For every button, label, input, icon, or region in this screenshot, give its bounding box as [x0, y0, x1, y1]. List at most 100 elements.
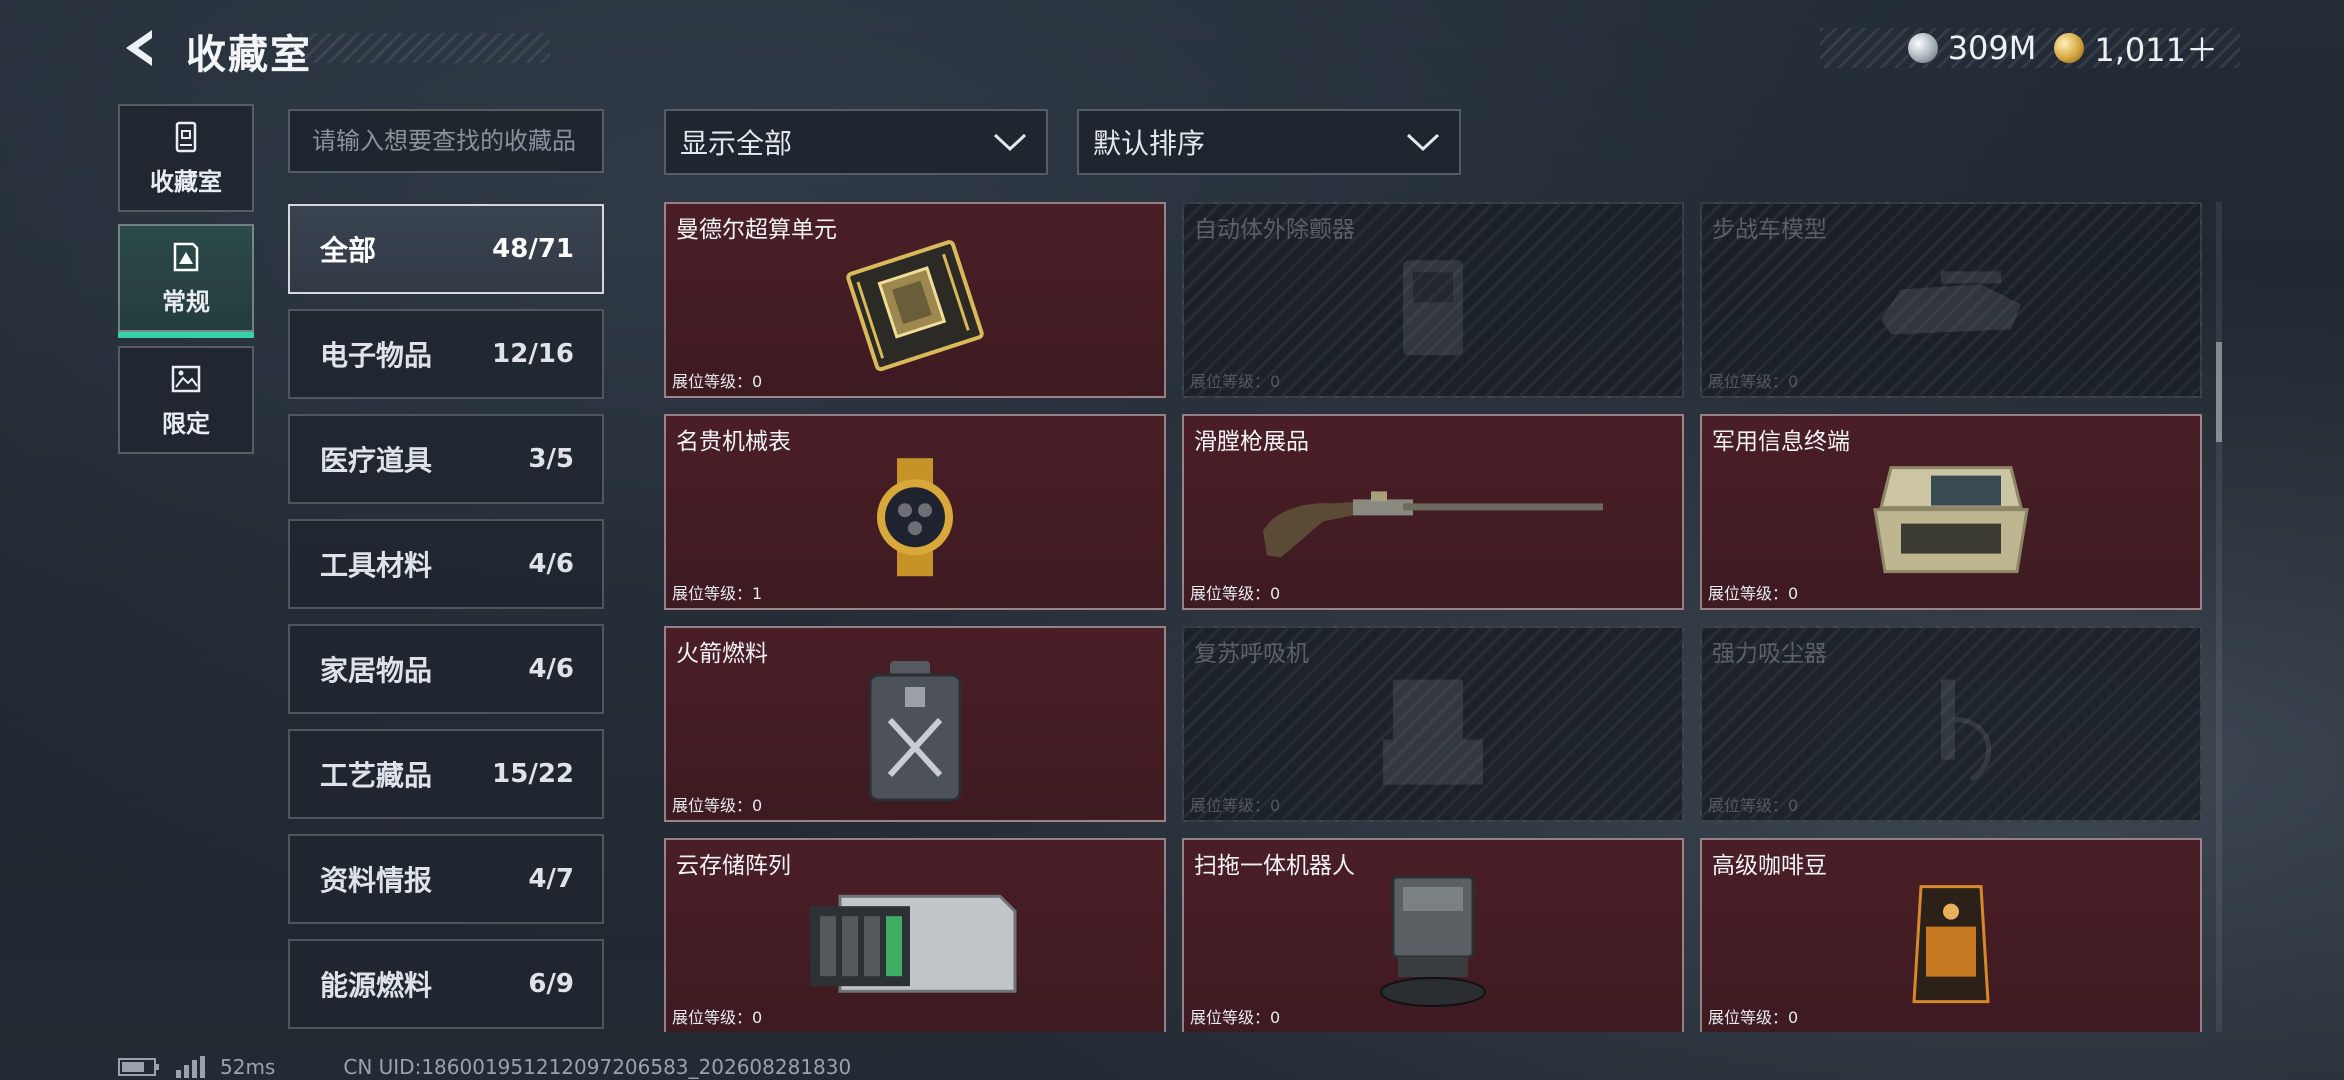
latency-text: 52ms — [220, 1055, 276, 1079]
category-count: 12/16 — [492, 339, 574, 369]
item-card[interactable]: 曼德尔超算单元 展位等级：0 — [664, 202, 1166, 398]
item-name: 军用信息终端 — [1712, 429, 1850, 455]
item-card[interactable]: 军用信息终端 展位等级：0 — [1700, 414, 2202, 610]
back-arrow-icon — [126, 30, 152, 66]
item-name: 高级咖啡豆 — [1712, 853, 1827, 879]
category-intel[interactable]: 资料情报 4/7 — [288, 834, 604, 924]
display-filter-dropdown[interactable]: 显示全部 — [664, 109, 1048, 175]
nav-label: 常规 — [162, 287, 210, 316]
fuel-can-icon — [868, 661, 962, 802]
category-label: 电子物品 — [320, 339, 433, 372]
nav-limited[interactable]: 限定 — [118, 346, 254, 454]
nav-label: 收藏室 — [150, 167, 222, 196]
item-card[interactable]: 扫拖一体机器人 展位等级：0 — [1182, 838, 1684, 1032]
item-name: 火箭燃料 — [676, 641, 768, 667]
category-all[interactable]: 全部 48/71 — [288, 204, 604, 294]
search-input[interactable] — [312, 127, 580, 155]
item-card-locked[interactable]: 强力吸尘器 展位等级：0 — [1700, 626, 2202, 822]
item-level: 展位等级：0 — [672, 372, 763, 391]
item-card-locked[interactable]: 自动体外除颤器 展位等级：0 — [1182, 202, 1684, 398]
collection-grid: 曼德尔超算单元 展位等级：0 自动体外除颤器 展位等级：0 步战车模型 展位等级… — [664, 202, 2202, 1032]
page-title: 收藏室 — [186, 32, 312, 78]
item-level: 展位等级：0 — [672, 796, 763, 815]
display-filter-value: 显示全部 — [680, 127, 793, 160]
category-label: 资料情报 — [320, 864, 433, 897]
category-tools[interactable]: 工具材料 4/6 — [288, 519, 604, 609]
coffee-bag-icon — [1912, 885, 1990, 1004]
nav-regular[interactable]: 常规 — [118, 224, 254, 338]
title-decoration — [300, 33, 550, 63]
back-button[interactable] — [118, 26, 162, 70]
signal-icon — [176, 1056, 205, 1078]
category-label: 能源燃料 — [320, 969, 433, 1002]
status-footer: 52ms CN UID:18600195121209720​6583_20260… — [118, 1055, 852, 1079]
item-card-locked[interactable]: 步战车模型 展位等级：0 — [1700, 202, 2202, 398]
currency-bar: 309M 1,011＋ — [1820, 25, 2240, 71]
landscape-icon — [171, 365, 201, 392]
item-name: 扫拖一体机器人 — [1194, 853, 1355, 879]
grid-scrollbar[interactable] — [2216, 202, 2222, 1032]
silver-currency[interactable]: 309M — [1907, 29, 2037, 67]
item-card[interactable]: 云存储阵列 展位等级：0 — [664, 838, 1166, 1032]
item-name: 名贵机械表 — [676, 429, 791, 455]
category-count: 48/71 — [492, 234, 574, 264]
item-name: 复苏呼吸机 — [1194, 641, 1309, 667]
category-count: 4/6 — [528, 549, 574, 579]
item-card[interactable]: 名贵机械表 展位等级：1 — [664, 414, 1166, 610]
uid-text: CN UID:18600195121209720​6583_2026082818… — [343, 1055, 852, 1079]
item-level: 展位等级：0 — [672, 1008, 763, 1027]
gallery-icon — [173, 242, 199, 271]
item-level: 展位等级：0 — [1708, 372, 1799, 391]
category-label: 医疗道具 — [320, 444, 433, 477]
sort-dropdown[interactable]: 默认排序 — [1077, 109, 1461, 175]
scroll-thumb[interactable] — [2216, 342, 2222, 442]
item-name: 滑膛枪展品 — [1194, 429, 1309, 455]
chevron-down-icon — [1406, 133, 1440, 152]
vacuum-icon — [1941, 679, 1992, 782]
terminal-case-icon — [1873, 466, 2029, 574]
category-count: 6/9 — [528, 969, 574, 999]
category-label: 工具材料 — [320, 549, 433, 582]
category-electronics[interactable]: 电子物品 12/16 — [288, 309, 604, 399]
nav-label: 限定 — [162, 409, 210, 438]
item-card-locked[interactable]: 复苏呼吸机 展位等级：0 — [1182, 626, 1684, 822]
battery-icon — [118, 1058, 159, 1076]
item-card[interactable]: 滑膛枪展品 展位等级：0 — [1182, 414, 1684, 610]
category-label: 工艺藏品 — [320, 759, 433, 792]
musket-icon — [1263, 491, 1603, 558]
item-level: 展位等级：0 — [1708, 1008, 1799, 1027]
item-level: 展位等级：0 — [1190, 1008, 1281, 1027]
watch-icon — [877, 458, 953, 577]
sort-value: 默认排序 — [1093, 127, 1206, 160]
category-household[interactable]: 家居物品 4/6 — [288, 624, 604, 714]
item-name: 强力吸尘器 — [1712, 641, 1827, 667]
defibrillator-icon — [1403, 260, 1463, 356]
search-box[interactable] — [288, 109, 604, 173]
silver-coin-icon — [1907, 33, 1938, 63]
item-level: 展位等级：1 — [672, 584, 763, 603]
category-count: 4/7 — [528, 864, 574, 894]
silver-amount: 309M — [1947, 29, 2037, 67]
category-count: 3/5 — [528, 444, 574, 474]
category-label: 全部 — [320, 234, 377, 267]
storage-array-icon — [810, 894, 1017, 993]
item-level: 展位等级：0 — [1190, 584, 1281, 603]
item-name: 曼德尔超算单元 — [676, 217, 837, 243]
gold-currency[interactable]: 1,011＋ — [2054, 25, 2218, 71]
item-level: 展位等级：0 — [1708, 584, 1799, 603]
tank-model-icon — [1881, 271, 2021, 335]
category-medical[interactable]: 医疗道具 3/5 — [288, 414, 604, 504]
item-level: 展位等级：0 — [1708, 796, 1799, 815]
top-bar: 收藏室 309M 1,011＋ — [0, 0, 2344, 100]
category-crafts[interactable]: 工艺藏品 15/22 — [288, 729, 604, 819]
cpu-board-icon — [846, 240, 984, 372]
item-card[interactable]: 火箭燃料 展位等级：0 — [664, 626, 1166, 822]
nav-collection-room[interactable]: 收藏室 — [118, 104, 254, 212]
item-name: 云存储阵列 — [676, 853, 791, 879]
category-label: 家居物品 — [320, 654, 433, 687]
item-card[interactable]: 高级咖啡豆 展位等级：0 — [1700, 838, 2202, 1032]
category-count: 4/6 — [528, 654, 574, 684]
item-name: 自动体外除颤器 — [1194, 217, 1355, 243]
category-energy[interactable]: 能源燃料 6/9 — [288, 939, 604, 1029]
gold-coin-icon — [2054, 33, 2085, 63]
